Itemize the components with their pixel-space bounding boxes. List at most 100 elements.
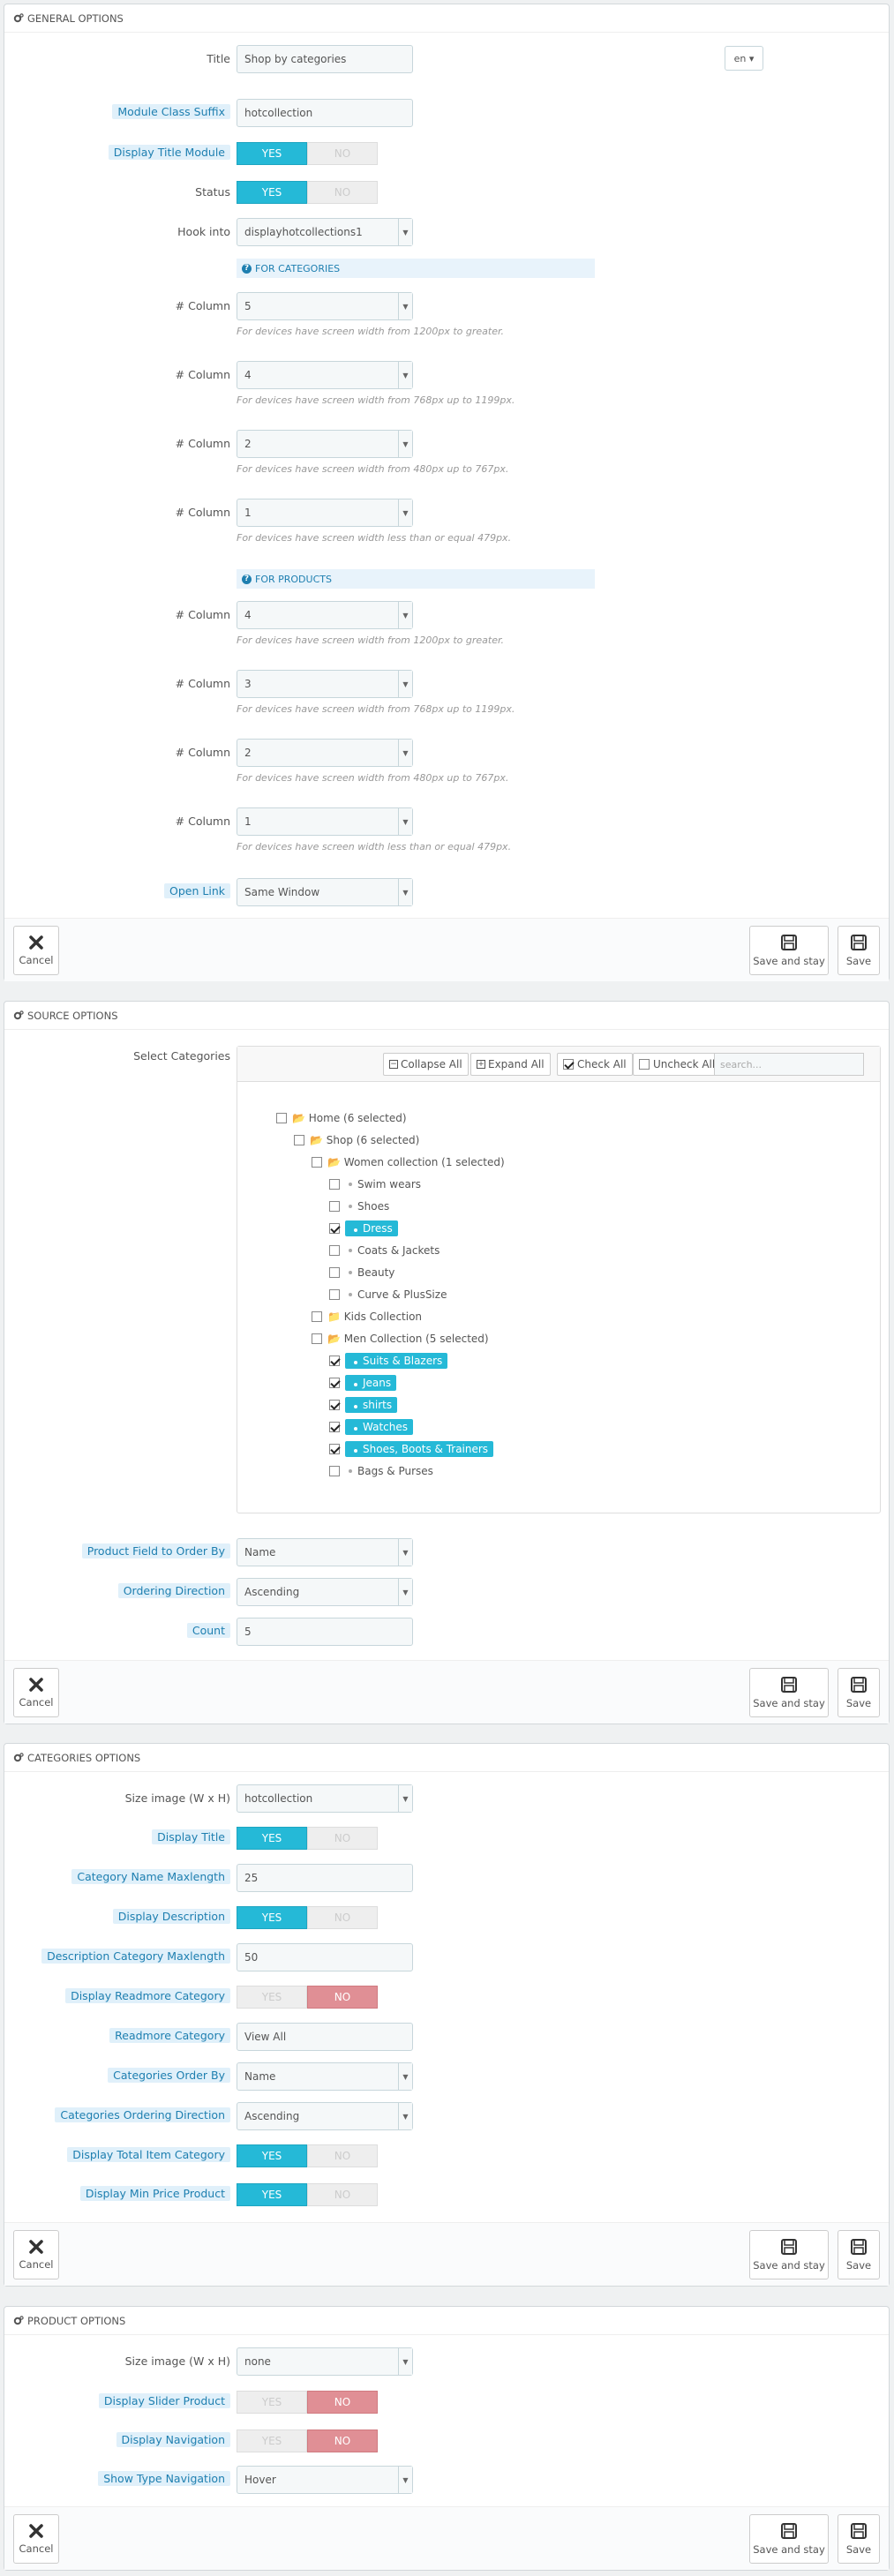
category-column-select-md[interactable]: 4 ▼ [237,361,413,389]
ordering-direction-select[interactable]: Ascending ▼ [237,1578,413,1606]
switch-yes[interactable]: YES [237,1827,307,1850]
readmore-category-input[interactable]: View All [237,2023,413,2051]
switch-yes[interactable]: YES [237,181,307,204]
categories-direction-select[interactable]: Ascending ▼ [237,2102,413,2130]
category-column-select-sm[interactable]: 2 ▼ [237,430,413,458]
navigation-type-select[interactable]: Hover ▼ [237,2466,413,2494]
tree-node-women[interactable]: 📂 Women collection (1 selected) [312,1153,505,1171]
tree-node-beauty[interactable]: Beauty [329,1264,394,1281]
checkbox[interactable] [329,1444,340,1454]
checkbox[interactable] [312,1311,322,1322]
checkbox[interactable] [329,1245,340,1256]
display-navigation-switch[interactable]: YES NO [237,2430,378,2452]
checkbox[interactable] [312,1333,322,1344]
tree-node-kids[interactable]: 📁 Kids Collection [312,1308,422,1326]
checkbox[interactable] [329,1378,340,1388]
tree-node-shoes[interactable]: Shoes [329,1198,389,1215]
check-all-button[interactable]: Check All [557,1053,633,1076]
switch-no[interactable]: NO [307,142,378,165]
save-button[interactable]: Save [838,1668,880,1717]
tree-node-watches[interactable]: Watches [329,1418,413,1436]
switch-yes[interactable]: YES [237,2391,307,2414]
switch-yes[interactable]: YES [237,2183,307,2206]
tree-node-dress[interactable]: Dress [329,1220,398,1237]
tree-node-coats[interactable]: Coats & Jackets [329,1242,439,1259]
switch-no[interactable]: NO [307,2391,378,2414]
checkbox[interactable] [329,1466,340,1476]
language-dropdown[interactable]: en ▾ [725,46,763,71]
switch-no[interactable]: NO [307,2183,378,2206]
checkbox[interactable] [329,1223,340,1234]
checkbox[interactable] [312,1157,322,1168]
collapse-all-button[interactable]: − Collapse All [383,1053,469,1076]
switch-no[interactable]: NO [307,1906,378,1929]
tree-node-shoes-boots[interactable]: Shoes, Boots & Trainers [329,1440,494,1458]
save-button[interactable]: Save [838,2514,880,2564]
categories-order-by-select[interactable]: Name ▼ [237,2062,413,2091]
display-slider-switch[interactable]: YES NO [237,2391,378,2414]
cancel-button[interactable]: Cancel [13,2514,59,2564]
switch-no[interactable]: NO [307,181,378,204]
expand-all-button[interactable]: + Expand All [470,1053,551,1076]
save-button[interactable]: Save [838,2230,880,2279]
display-title-module-switch[interactable]: YES NO [237,142,378,165]
switch-yes[interactable]: YES [237,2144,307,2167]
category-column-select-lg[interactable]: 5 ▼ [237,292,413,320]
tree-node-swim[interactable]: Swim wears [329,1175,421,1193]
save-and-stay-button[interactable]: Save and stay [749,1668,829,1717]
checkbox[interactable] [329,1422,340,1432]
switch-no[interactable]: NO [307,1827,378,1850]
checkbox[interactable] [329,1267,340,1278]
description-maxlength-input[interactable]: 50 [237,1943,413,1971]
tree-node-bags[interactable]: Bags & Purses [329,1462,433,1480]
hook-into-select[interactable]: displayhotcollections1 ▼ [237,218,413,246]
title-input[interactable]: Shop by categories [237,45,413,73]
display-title-switch[interactable]: YES NO [237,1827,378,1850]
tree-node-men[interactable]: 📂 Men Collection (5 selected) [312,1330,489,1348]
module-class-suffix-input[interactable]: hotcollection [237,99,413,127]
tree-node-shop[interactable]: 📂 Shop (6 selected) [294,1131,419,1149]
save-and-stay-button[interactable]: Save and stay [749,2230,829,2279]
switch-no[interactable]: NO [307,2144,378,2167]
checkbox[interactable] [329,1400,340,1410]
tree-node-home[interactable]: 📂 Home (6 selected) [276,1109,407,1127]
size-image-select[interactable]: hotcollection ▼ [237,1784,413,1813]
product-column-select-sm[interactable]: 2 ▼ [237,739,413,767]
product-column-select-xs[interactable]: 1 ▼ [237,807,413,836]
cancel-button[interactable]: Cancel [13,1668,59,1717]
product-size-image-select[interactable]: none ▼ [237,2347,413,2376]
tree-node-curve[interactable]: Curve & PlusSize [329,1286,447,1303]
switch-yes[interactable]: YES [237,142,307,165]
checkbox[interactable] [329,1179,340,1190]
product-column-select-md[interactable]: 3 ▼ [237,670,413,698]
display-min-price-switch[interactable]: YES NO [237,2183,378,2206]
category-name-maxlength-input[interactable]: 25 [237,1864,413,1892]
category-column-select-xs[interactable]: 1 ▼ [237,499,413,527]
uncheck-all-button[interactable]: Uncheck All [633,1053,722,1076]
display-readmore-switch[interactable]: YES NO [237,1986,378,2009]
checkbox[interactable] [329,1289,340,1300]
switch-yes[interactable]: YES [237,1906,307,1929]
checkbox[interactable] [294,1135,304,1145]
checkbox[interactable] [329,1356,340,1366]
checkbox[interactable] [329,1201,340,1212]
display-total-item-switch[interactable]: YES NO [237,2144,378,2167]
status-switch[interactable]: YES NO [237,181,378,204]
checkbox[interactable] [276,1113,287,1123]
save-and-stay-button[interactable]: Save and stay [749,926,829,975]
switch-yes[interactable]: YES [237,1986,307,2009]
switch-no[interactable]: NO [307,1986,378,2009]
save-button[interactable]: Save [838,926,880,975]
save-and-stay-button[interactable]: Save and stay [749,2514,829,2564]
tree-node-jeans[interactable]: Jeans [329,1374,397,1392]
switch-no[interactable]: NO [307,2430,378,2452]
tree-node-suits[interactable]: Suits & Blazers [329,1352,448,1370]
tree-search-input[interactable]: search... [714,1053,864,1076]
display-description-switch[interactable]: YES NO [237,1906,378,1929]
tree-node-shirts[interactable]: shirts [329,1396,398,1414]
switch-yes[interactable]: YES [237,2430,307,2452]
cancel-button[interactable]: Cancel [13,2230,59,2279]
count-input[interactable]: 5 [237,1618,413,1646]
product-column-select-lg[interactable]: 4 ▼ [237,601,413,629]
product-order-by-select[interactable]: Name ▼ [237,1538,413,1566]
